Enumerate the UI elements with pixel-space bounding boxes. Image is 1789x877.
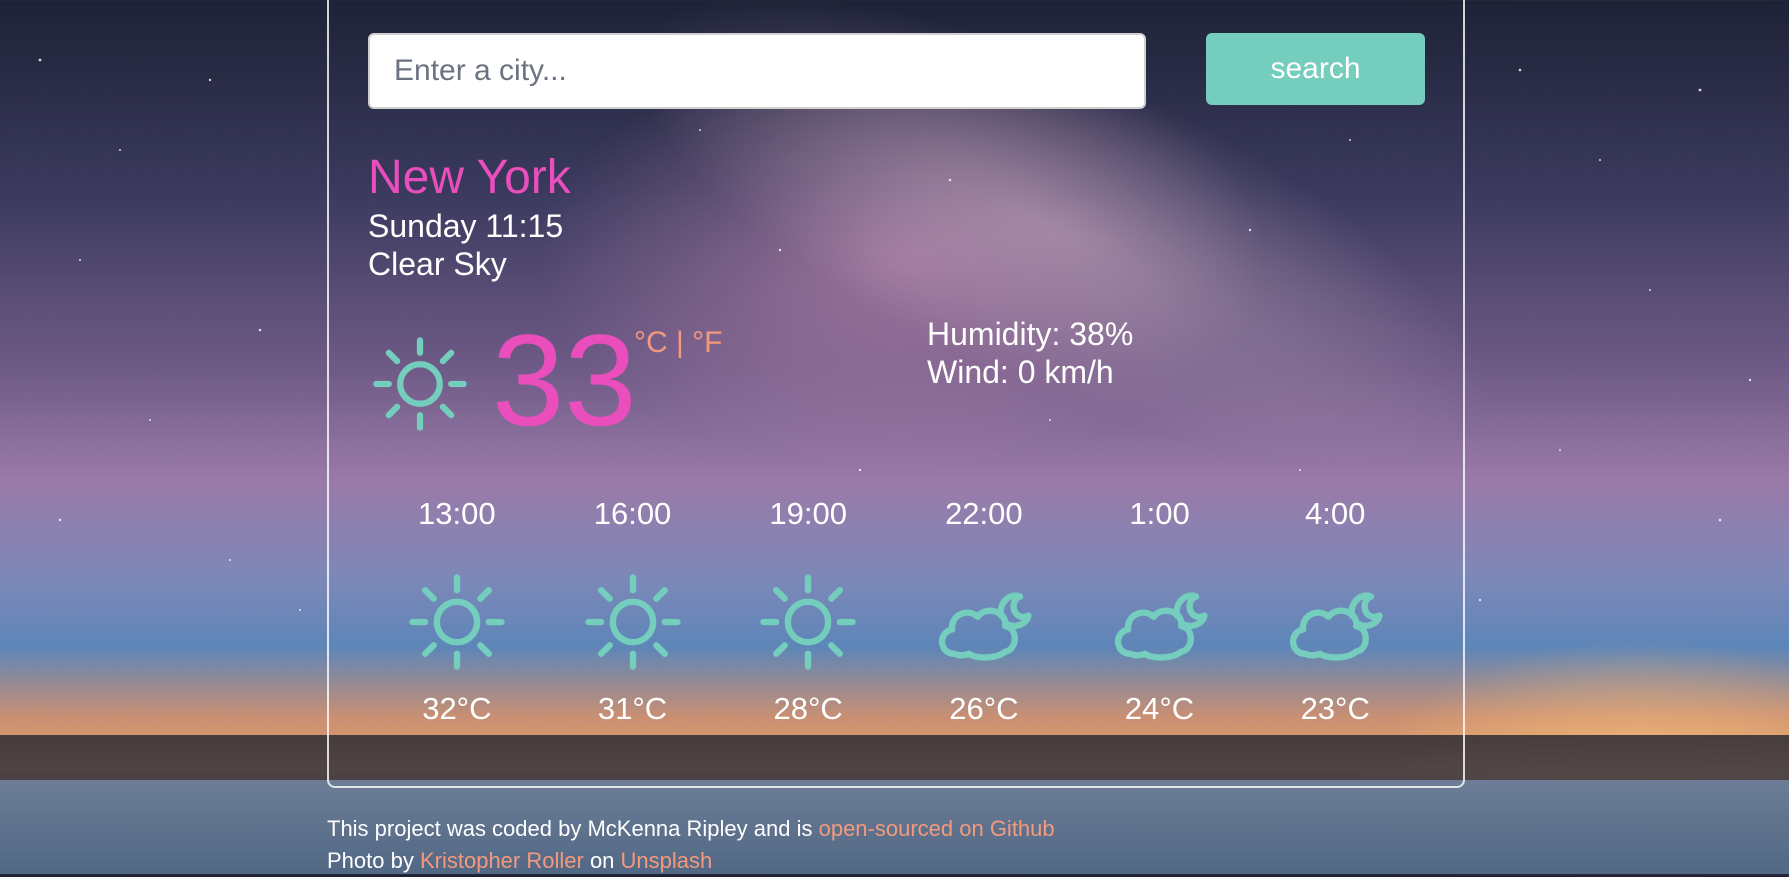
fahrenheit-link[interactable]: °F [692, 326, 722, 359]
forecast-item: 16:00 31°C [545, 494, 721, 734]
weather-description: Clear Sky [368, 246, 507, 282]
celsius-link[interactable]: °C [634, 326, 668, 359]
forecast-time: 13:00 [418, 496, 496, 531]
forecast-item: 13:00 32°C [369, 494, 545, 734]
forecast-time: 16:00 [593, 496, 672, 531]
photographer-link[interactable]: Kristopher Roller [420, 848, 584, 873]
forecast-temperature: 28°C [773, 691, 843, 726]
search-button[interactable]: search [1206, 33, 1425, 105]
humidity-value: Humidity: 38% [927, 316, 1134, 352]
photo-credit-mid: on [589, 848, 615, 873]
footer-photo-line: Photo by Kristopher Roller on Unsplash [327, 845, 1055, 877]
cloudy-moon-icon [938, 592, 1032, 661]
cloudy-moon-icon [1114, 592, 1208, 661]
current-temperature: 33 [492, 307, 637, 453]
photo-credit-prefix: Photo by [327, 848, 414, 873]
forecast-item: 1:00 24°C [1072, 494, 1248, 734]
unit-separator: | [676, 326, 684, 359]
unsplash-link[interactable]: Unsplash [621, 848, 713, 873]
forecast-time: 4:00 [1305, 496, 1366, 531]
forecast-temperature: 24°C [1124, 691, 1195, 726]
city-name: New York [368, 151, 571, 204]
sun-icon [584, 574, 681, 670]
github-link[interactable]: open-sourced on Github [819, 816, 1055, 841]
cloudy-moon-icon [1290, 592, 1383, 661]
forecast-temperature: 31°C [597, 691, 668, 726]
hourly-forecast: 13:00 32°C 16:00 31°C 19:00 28°C 22:00 2… [369, 494, 1423, 734]
forecast-time: 19:00 [769, 496, 847, 531]
forecast-item: 22:00 26°C [896, 494, 1072, 734]
forecast-temperature: 23°C [1300, 691, 1370, 726]
sun-icon [409, 574, 505, 670]
footer-credit-text: This project was coded by McKenna Ripley… [327, 816, 813, 841]
sun-icon [760, 574, 856, 670]
city-search-input[interactable] [368, 33, 1146, 109]
footer-credit-line: This project was coded by McKenna Ripley… [327, 813, 1055, 845]
forecast-item: 19:00 28°C [720, 494, 896, 734]
forecast-time: 1:00 [1129, 496, 1190, 531]
forecast-item: 4:00 23°C [1247, 494, 1423, 734]
forecast-temperature: 32°C [422, 691, 492, 726]
forecast-temperature: 26°C [949, 691, 1019, 726]
forecast-time: 22:00 [945, 496, 1023, 531]
unit-toggle: °C | °F [634, 326, 722, 360]
wind-value: Wind: 0 km/h [927, 354, 1114, 390]
footer: This project was coded by McKenna Ripley… [327, 813, 1055, 877]
sun-icon [373, 337, 467, 431]
current-datetime: Sunday 11:15 [368, 208, 564, 244]
